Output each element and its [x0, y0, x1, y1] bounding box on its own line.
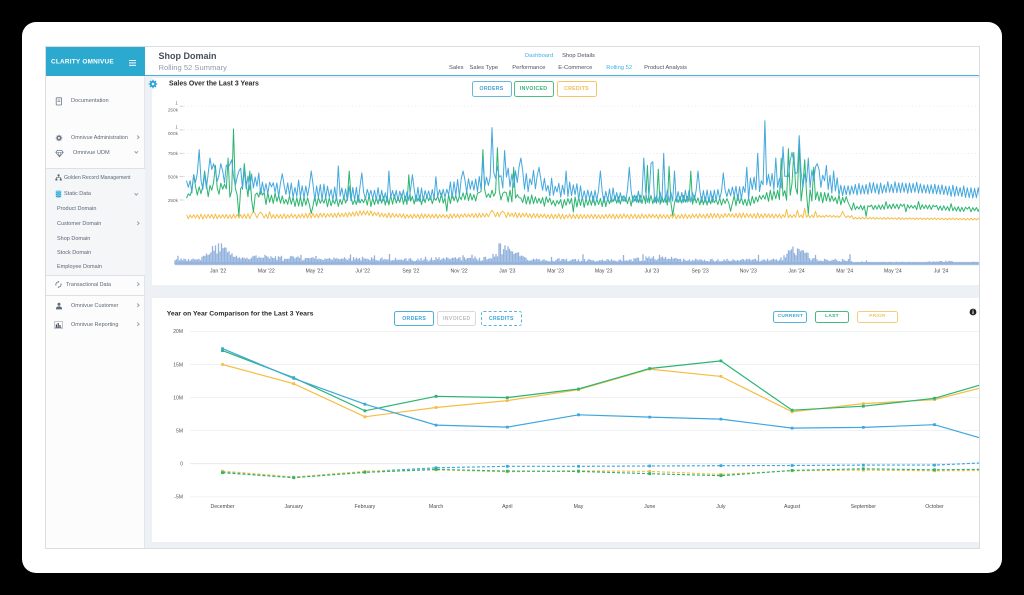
svg-text:March: March — [428, 503, 443, 509]
svg-text:August: August — [784, 503, 801, 509]
svg-text:5M: 5M — [176, 428, 183, 434]
svg-text:Jul '24: Jul '24 — [933, 268, 948, 274]
svg-text:December: December — [210, 503, 234, 509]
svg-text:250k: 250k — [167, 107, 178, 112]
svg-text:Jul '22: Jul '22 — [355, 268, 370, 274]
svg-text:January: January — [284, 503, 303, 509]
svg-text:May '23: May '23 — [594, 268, 612, 274]
svg-text:Jan '24: Jan '24 — [788, 268, 804, 274]
svg-text:250k: 250k — [167, 198, 178, 203]
svg-text:10M: 10M — [173, 395, 183, 401]
svg-text:February: February — [354, 503, 375, 509]
svg-text:Sep '23: Sep '23 — [691, 268, 708, 274]
svg-text:June: June — [644, 503, 655, 509]
svg-text:Nov '22: Nov '22 — [450, 268, 467, 274]
svg-text:20M: 20M — [173, 329, 183, 335]
svg-text:Mar '22: Mar '22 — [257, 268, 274, 274]
svg-text:000k: 000k — [167, 131, 178, 136]
svg-text:July: July — [716, 503, 726, 509]
svg-text:750k: 750k — [167, 151, 178, 156]
svg-text:Nov '23: Nov '23 — [739, 268, 756, 274]
svg-text:Sep '22: Sep '22 — [402, 268, 419, 274]
svg-text:-5M: -5M — [174, 494, 183, 500]
svg-text:Jan '22: Jan '22 — [209, 268, 225, 274]
svg-text:Mar '23: Mar '23 — [547, 268, 564, 274]
svg-text:1: 1 — [175, 101, 178, 106]
svg-text:October: October — [925, 503, 944, 509]
svg-text:May '22: May '22 — [305, 268, 323, 274]
svg-text:September: September — [850, 503, 876, 509]
svg-text:May '24: May '24 — [884, 268, 902, 274]
svg-text:May: May — [573, 503, 583, 509]
svg-text:Jul '23: Jul '23 — [644, 268, 659, 274]
svg-text:Jan '23: Jan '23 — [499, 268, 515, 274]
svg-text:April: April — [502, 503, 512, 509]
svg-text:500k: 500k — [167, 174, 178, 179]
svg-text:15M: 15M — [173, 362, 183, 368]
svg-text:0: 0 — [180, 461, 183, 467]
svg-text:Mar '24: Mar '24 — [836, 268, 853, 274]
svg-text:1: 1 — [175, 124, 178, 129]
